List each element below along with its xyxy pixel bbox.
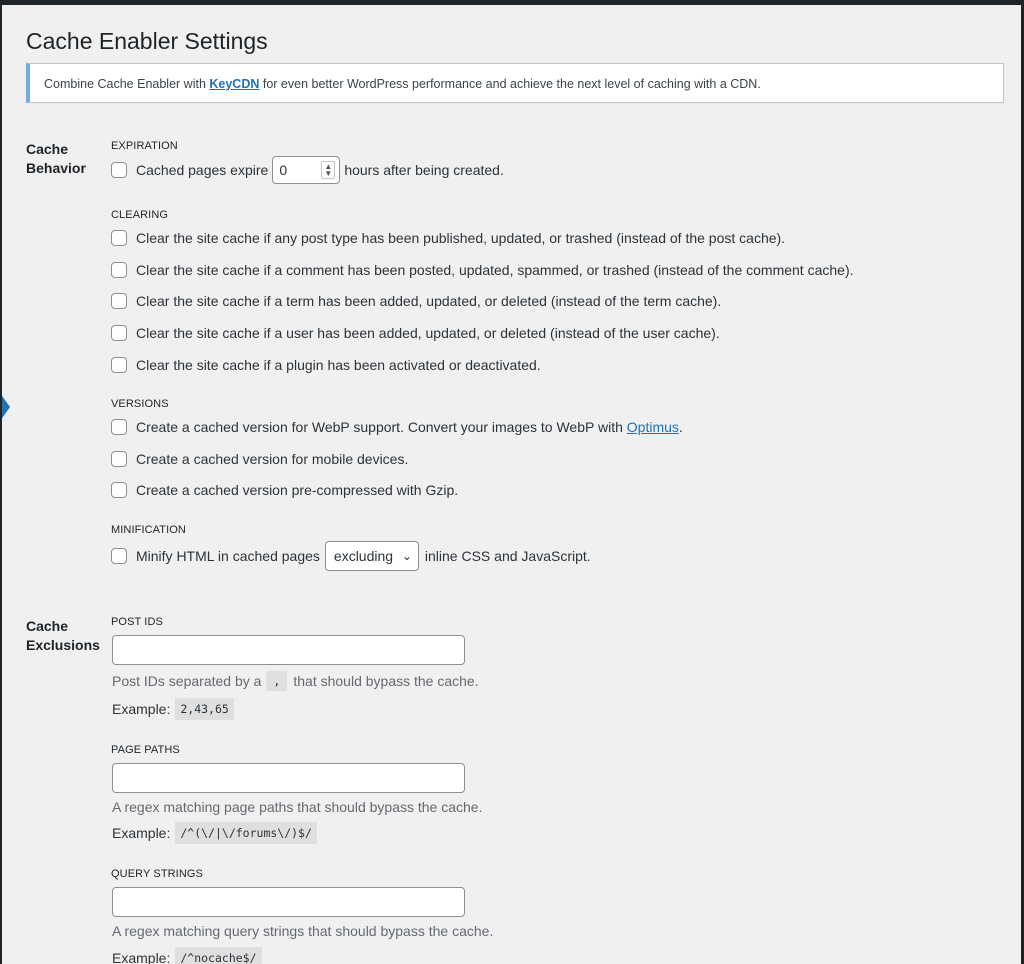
clearing-post-label: Clear the site cache if any post type ha… — [136, 230, 786, 246]
clearing-plugin-label: Clear the site cache if a plugin has bee… — [136, 357, 541, 373]
expiration-option: Cached pages expire 0 ▲ ▼ hours after bei… — [111, 156, 504, 184]
expiry-hours-input[interactable]: 0 ▲ ▼ — [272, 156, 341, 184]
clearing-term-checkbox[interactable] — [111, 293, 127, 309]
query-strings-input[interactable] — [112, 887, 465, 917]
minify-text-before: Minify HTML in cached pages — [136, 548, 320, 564]
cache-behavior-label-line2: Behavior — [26, 160, 86, 176]
expiration-text-after: hours after being created. — [344, 162, 504, 178]
webp-label-end: . — [678, 419, 683, 435]
page-paths-example-label: Example: — [112, 825, 171, 841]
versions-option-gzip: Create a cached version pre-compressed w… — [111, 480, 458, 500]
expiration-text-before: Cached pages expire — [136, 162, 269, 178]
admin-menu-arrow-icon — [2, 393, 10, 421]
webp-label: Create a cached version for WebP support… — [136, 419, 623, 435]
expiration-title: EXPIRATION — [111, 140, 178, 152]
post-ids-title: POST IDS — [111, 616, 163, 628]
post-ids-example-code: 2,43,65 — [175, 698, 234, 720]
gzip-checkbox[interactable] — [111, 482, 127, 498]
minify-checkbox[interactable] — [111, 548, 127, 564]
minification-option: Minify HTML in cached pages excluding ⌄ … — [111, 541, 591, 571]
post-ids-desc-after: that should bypass the cache. — [293, 673, 479, 689]
notice-text-before: Combine Cache Enabler with — [44, 77, 206, 91]
post-ids-example-label: Example: — [112, 701, 171, 717]
page-paths-description: A regex matching page paths that should … — [112, 799, 483, 815]
clearing-user-checkbox[interactable] — [111, 325, 127, 341]
expiry-hours-value: 0 — [279, 162, 288, 178]
clearing-title: CLEARING — [111, 209, 169, 221]
minify-text-after: inline CSS and JavaScript. — [424, 548, 591, 564]
keycdn-link[interactable]: KeyCDN — [209, 77, 259, 91]
minification-title: MINIFICATION — [111, 524, 186, 536]
notice-text-after: for even better WordPress performance an… — [262, 77, 761, 91]
clearing-user-label: Clear the site cache if a user has been … — [136, 325, 720, 341]
page-title: Cache Enabler Settings — [26, 28, 268, 54]
query-strings-example: Example: /^nocache$/ — [112, 947, 262, 964]
cache-exclusions-label: Cache Exclusions — [26, 617, 106, 655]
mobile-label: Create a cached version for mobile devic… — [136, 451, 409, 467]
versions-title: VERSIONS — [111, 398, 169, 410]
clearing-option-plugin: Clear the site cache if a plugin has bee… — [111, 355, 541, 375]
number-spinner-icon[interactable]: ▲ ▼ — [321, 161, 336, 179]
cache-exclusions-label-line2: Exclusions — [26, 637, 100, 653]
chevron-down-icon: ⌄ — [401, 549, 412, 563]
mobile-checkbox[interactable] — [111, 451, 127, 467]
versions-option-mobile: Create a cached version for mobile devic… — [111, 449, 408, 469]
clearing-post-checkbox[interactable] — [111, 230, 127, 246]
page-paths-input[interactable] — [112, 763, 465, 793]
minify-mode-value: excluding — [333, 548, 394, 564]
query-strings-example-code: /^nocache$/ — [175, 947, 262, 964]
page-paths-example-code: /^(\/|\/forums\/)$/ — [175, 822, 317, 844]
clearing-option-term: Clear the site cache if a term has been … — [111, 291, 721, 311]
comma-code: , — [266, 671, 288, 691]
webp-checkbox[interactable] — [111, 419, 127, 435]
query-strings-example-label: Example: — [112, 950, 171, 964]
clearing-comment-checkbox[interactable] — [111, 262, 127, 278]
cache-behavior-label: Cache Behavior — [26, 140, 106, 178]
versions-option-webp: Create a cached version for WebP support… — [111, 417, 683, 437]
settings-page: Cache Enabler Settings Combine Cache Ena… — [2, 5, 1021, 964]
minify-mode-select[interactable]: excluding ⌄ — [324, 541, 419, 571]
gzip-label: Create a cached version pre-compressed w… — [136, 482, 459, 498]
post-ids-description: Post IDs separated by a , that should by… — [112, 671, 479, 691]
clearing-option-post: Clear the site cache if any post type ha… — [111, 228, 785, 248]
cache-behavior-label-line1: Cache — [26, 141, 69, 157]
query-strings-description: A regex matching query strings that shou… — [112, 923, 494, 939]
page-paths-example: Example: /^(\/|\/forums\/)$/ — [112, 822, 317, 844]
clearing-plugin-checkbox[interactable] — [111, 357, 127, 373]
cache-exclusions-label-line1: Cache — [26, 618, 69, 634]
optimus-link[interactable]: Optimus — [627, 419, 679, 435]
query-strings-title: QUERY STRINGS — [111, 868, 203, 880]
post-ids-example: Example: 2,43,65 — [112, 698, 234, 720]
clearing-option-user: Clear the site cache if a user has been … — [111, 323, 720, 343]
clearing-comment-label: Clear the site cache if a comment has be… — [136, 262, 854, 278]
post-ids-input[interactable] — [112, 635, 465, 665]
clearing-option-comment: Clear the site cache if a comment has be… — [111, 260, 854, 280]
keycdn-notice: Combine Cache Enabler with KeyCDN for ev… — [26, 63, 1004, 103]
post-ids-desc-before: Post IDs separated by a — [112, 673, 262, 689]
expiration-checkbox[interactable] — [111, 162, 127, 178]
page-paths-title: PAGE PATHS — [111, 744, 180, 756]
clearing-term-label: Clear the site cache if a term has been … — [136, 293, 722, 309]
